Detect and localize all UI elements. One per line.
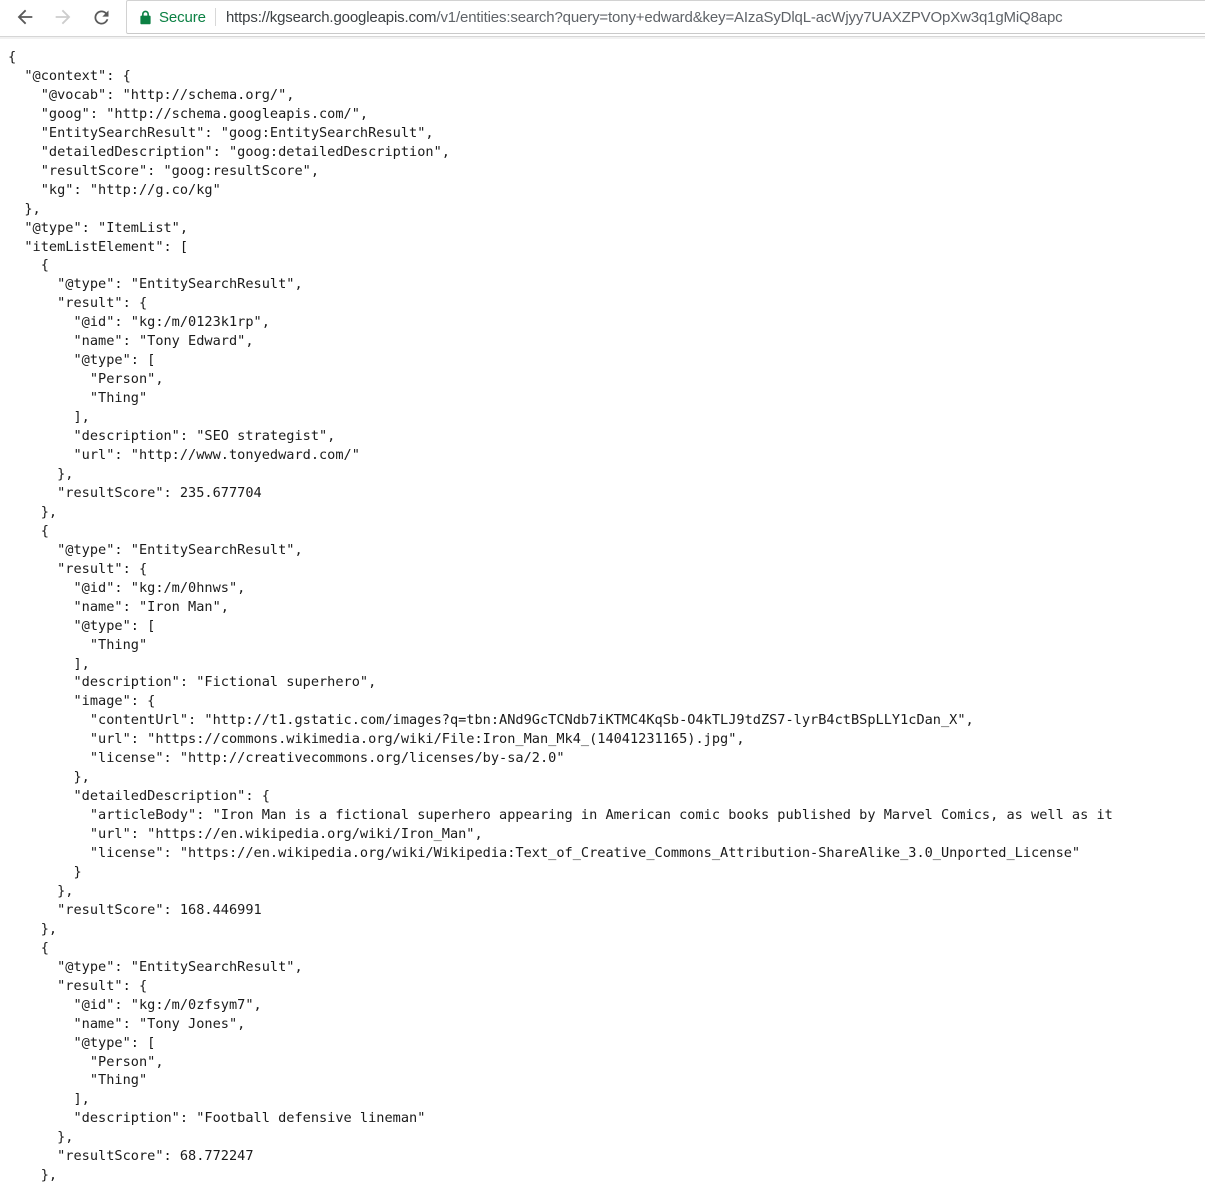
lock-icon — [139, 10, 152, 25]
reload-icon — [91, 7, 112, 28]
url-text[interactable]: https://kgsearch.googleapis.com/v1/entit… — [226, 9, 1205, 26]
browser-toolbar: Secure https://kgsearch.googleapis.com/v… — [0, 0, 1205, 36]
reload-button[interactable] — [82, 0, 120, 34]
omnibox-divider — [214, 8, 216, 26]
navigation-buttons — [0, 0, 120, 34]
forward-button[interactable] — [44, 0, 82, 34]
arrow-left-icon — [14, 6, 36, 28]
secure-label: Secure — [159, 8, 206, 26]
url-path: /v1/entities:search?query=tony+edward&ke… — [436, 8, 1063, 26]
url-origin: https://kgsearch.googleapis.com — [225, 8, 437, 26]
arrow-right-icon — [52, 6, 74, 28]
json-response-viewport[interactable]: { "@context": { "@vocab": "http://schema… — [0, 39, 1205, 1194]
address-bar[interactable]: Secure https://kgsearch.googleapis.com/v… — [126, 0, 1205, 34]
back-button[interactable] — [6, 0, 44, 34]
json-response-body: { "@context": { "@vocab": "http://schema… — [8, 49, 1113, 1184]
security-indicator[interactable]: Secure — [127, 1, 215, 33]
